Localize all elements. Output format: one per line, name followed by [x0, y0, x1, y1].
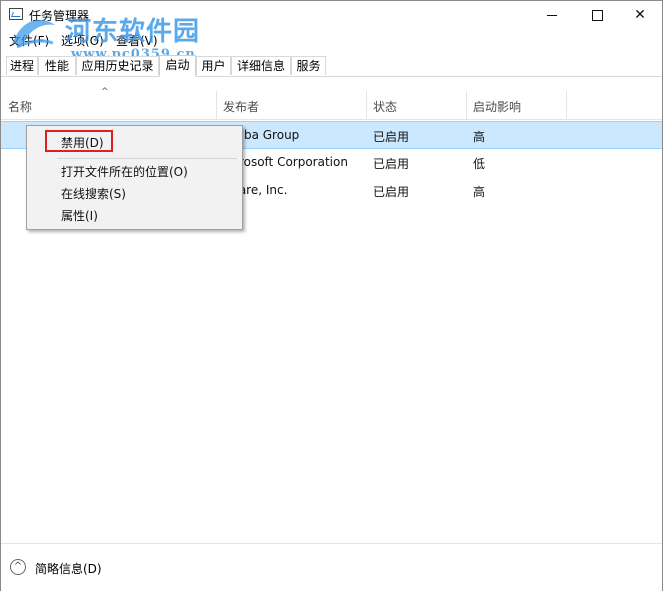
collapse-chevron-icon[interactable]: ^ [10, 559, 26, 575]
column-status[interactable]: 状态 [373, 98, 397, 115]
menu-item-properties[interactable]: 属性(I) [61, 207, 98, 224]
title-bar: 任务管理器 ✕ [1, 1, 662, 29]
column-startup-impact[interactable]: 启动影响 [473, 98, 521, 115]
tab-startup[interactable]: 启动 [159, 55, 196, 77]
column-name[interactable]: 名称 [8, 98, 32, 115]
menu-item-open-file-location[interactable]: 打开文件所在的位置(O) [61, 163, 188, 180]
context-menu: 禁用(D) 打开文件所在的位置(O) 在线搜索(S) 属性(I) [26, 125, 243, 230]
row-impact: 高 [473, 130, 486, 144]
menu-item-search-online[interactable]: 在线搜索(S) [61, 185, 126, 202]
column-divider[interactable] [216, 91, 217, 119]
tab-details[interactable]: 详细信息 [231, 56, 291, 75]
row-status: 已启用 [373, 157, 410, 171]
maximize-icon [591, 9, 603, 21]
column-divider[interactable] [366, 91, 367, 119]
tab-performance[interactable]: 性能 [38, 56, 76, 75]
maximize-button[interactable] [574, 1, 620, 29]
tab-services[interactable]: 服务 [291, 56, 326, 75]
row-impact: 高 [473, 185, 486, 199]
task-manager-window: 任务管理器 ✕ 文件(F) 选项(O) 查看(V) 河东软件园 www.pc03… [0, 0, 663, 591]
close-icon: ✕ [634, 7, 646, 23]
column-header-row: ^ 名称 发布者 状态 启动影响 [1, 77, 662, 120]
tab-processes[interactable]: 进程 [6, 56, 38, 75]
sort-up-icon: ^ [101, 87, 109, 97]
menu-bar: 文件(F) 选项(O) 查看(V) [1, 30, 662, 50]
row-publisher: icrosoft Corporation [229, 155, 348, 169]
minimize-button[interactable] [529, 1, 575, 29]
minimize-icon [547, 14, 557, 16]
menu-options[interactable]: 选项(O) [61, 32, 104, 49]
menu-view[interactable]: 查看(V) [116, 32, 158, 49]
fewer-details-link[interactable]: 简略信息(D) [35, 560, 102, 577]
column-divider[interactable] [466, 91, 467, 119]
row-impact: 低 [473, 157, 486, 171]
row-status: 已启用 [373, 130, 410, 144]
menu-separator [57, 158, 237, 159]
close-button[interactable]: ✕ [617, 1, 663, 29]
tab-app-history[interactable]: 应用历史记录 [76, 56, 159, 75]
menu-file[interactable]: 文件(F) [9, 32, 49, 49]
footer-bar: ^ 简略信息(D) [1, 543, 662, 591]
column-publisher[interactable]: 发布者 [223, 98, 259, 115]
tab-users[interactable]: 用户 [196, 56, 231, 75]
task-manager-app-icon [9, 8, 23, 20]
column-divider[interactable] [566, 91, 567, 119]
tab-bar: 进程 性能 应用历史记录 启动 用户 详细信息 服务 [1, 55, 662, 77]
row-status: 已启用 [373, 185, 410, 199]
window-title: 任务管理器 [29, 9, 90, 23]
menu-item-disable[interactable]: 禁用(D) [61, 134, 104, 151]
